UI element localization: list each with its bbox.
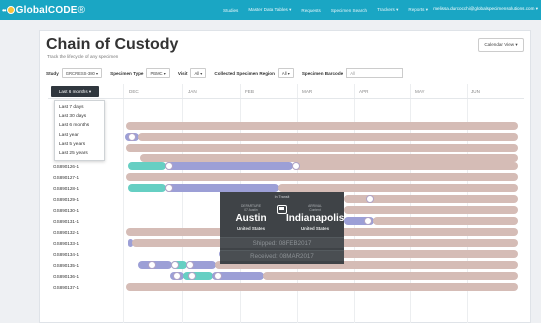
filter-bar: Study GRCRESS-380 ▾ Specimen Type PBMC ▾… (46, 67, 404, 79)
nav-reports[interactable]: Reports ▾ (408, 7, 428, 13)
event-node[interactable] (128, 133, 136, 141)
transit-bar[interactable] (278, 184, 518, 192)
event-node[interactable] (366, 195, 374, 203)
month-label: JUN (471, 89, 480, 94)
storage-bar[interactable] (165, 184, 279, 192)
month-label: APR (359, 89, 369, 94)
transit-bar[interactable] (126, 173, 518, 181)
event-node[interactable] (186, 261, 194, 269)
specimen-barcode[interactable]: GS890137-1 (53, 285, 79, 290)
brand-dots: •• (2, 5, 7, 15)
event-node[interactable] (214, 272, 222, 280)
barcode-label: Specimen Barcode (301, 70, 344, 76)
nav-specimen-search[interactable]: Specimen Search (331, 8, 367, 13)
month-label: MAR (302, 89, 313, 94)
specimen-barcode[interactable]: GS890129-1 (53, 197, 79, 202)
shipment-bar[interactable] (128, 162, 166, 170)
user-menu[interactable]: melissa.durcocchi@globalspecimensolution… (433, 6, 538, 12)
timeline-row[interactable]: GS890126-1 (48, 161, 524, 172)
brand-trademark: ® (77, 4, 85, 16)
range-option[interactable]: Last 6 months (55, 121, 104, 130)
month-label: FEB (245, 89, 254, 94)
shipment-tooltip: In Transit DEPARTURE ARRIVAL 07 Austin C… (220, 192, 344, 264)
specimen-barcode[interactable]: GS890133-1 (53, 241, 79, 246)
event-node[interactable] (165, 162, 173, 170)
arrival-city: Indianapolis (286, 213, 345, 224)
nav-trackers[interactable]: Trackers ▾ (377, 7, 398, 13)
timeline-row[interactable]: GS890136-1 (48, 271, 524, 282)
event-node[interactable] (148, 261, 156, 269)
event-node[interactable] (171, 261, 179, 269)
specimen-barcode[interactable]: GS890132-1 (53, 230, 79, 235)
transit-bar[interactable] (138, 133, 518, 141)
visit-label: Visit (177, 70, 188, 76)
timeline-row[interactable]: GS890137-1 (48, 282, 524, 293)
range-option[interactable]: Last 25 years (55, 149, 104, 158)
departure-country: United States (236, 226, 266, 231)
range-dropdown-menu: Last 7 days Last 30 days Last 6 months L… (54, 100, 105, 161)
specimen-barcode[interactable]: GS890136-1 (53, 274, 79, 279)
study-select[interactable]: GRCRESS-380 ▾ (61, 68, 103, 78)
brand-logo[interactable]: •• GlobalCODE ® (2, 5, 85, 16)
event-node[interactable] (292, 162, 300, 170)
nav-studies[interactable]: Studies (223, 8, 238, 13)
arrival-detail: Content (309, 208, 321, 212)
specimen-barcode[interactable]: GS890134-1 (53, 252, 79, 257)
brand-name: GlobalCODE (15, 4, 78, 16)
specimen-barcode[interactable]: GS890128-1 (53, 186, 79, 191)
received-date: Received: 08MAR2017 (220, 250, 344, 261)
specimen-barcode[interactable]: GS890131-1 (53, 219, 79, 224)
globe-icon (6, 6, 15, 14)
departure-city: Austin (235, 213, 267, 224)
shipped-date: Shipped: 08FEB2017 (220, 237, 344, 248)
event-node[interactable] (165, 184, 173, 192)
event-node[interactable] (173, 272, 181, 280)
specimen-type-select[interactable]: PBMC ▾ (146, 68, 170, 78)
range-select-button[interactable]: Last 6 months ▾ (51, 86, 99, 97)
departure-detail: 07 Austin (244, 208, 258, 212)
storage-bar[interactable] (165, 162, 293, 170)
specimen-barcode[interactable]: GS890126-1 (53, 164, 79, 169)
collected-region-select[interactable]: All ▾ (277, 68, 294, 78)
collected-region-label: Collected Specimen Region (214, 70, 275, 76)
study-label: Study (46, 70, 59, 76)
month-label: MAY (415, 89, 425, 94)
calendar-view-button[interactable]: Calendar View ▾ (478, 38, 524, 52)
event-node[interactable] (188, 272, 196, 280)
range-option[interactable]: Last 30 days (55, 112, 104, 121)
month-label: JAN (188, 89, 197, 94)
barcode-input[interactable]: All (346, 68, 404, 78)
timeline-row[interactable] (48, 132, 524, 143)
timeline-row[interactable] (48, 121, 524, 132)
nav-master-data-tables[interactable]: Master Data Tables ▾ (248, 7, 291, 13)
specimen-barcode[interactable]: GS890130-1 (53, 208, 79, 213)
page-title: Chain of Custody (46, 36, 179, 53)
nav-requests[interactable]: Requests (301, 8, 320, 13)
range-option[interactable]: Last year (55, 131, 104, 140)
visit-select[interactable]: All ▾ (190, 68, 207, 78)
nav-links: Studies Master Data Tables ▾ Requests Sp… (223, 0, 438, 20)
timeline-row[interactable]: GS890127-1 (48, 172, 524, 183)
range-option[interactable]: Last 7 days (55, 103, 104, 112)
transit-bar[interactable] (335, 250, 518, 258)
transit-bar[interactable] (344, 206, 518, 214)
event-node[interactable] (364, 217, 372, 225)
arrival-country: United States (300, 226, 330, 231)
transit-bar[interactable] (126, 144, 518, 152)
specimen-type-label: Specimen Type (110, 70, 144, 76)
transit-bar[interactable] (126, 283, 518, 291)
transit-bar[interactable] (263, 272, 518, 280)
shipment-status: In Transit (274, 195, 290, 199)
transit-bar[interactable] (373, 217, 518, 225)
top-nav: •• GlobalCODE ® Studies Master Data Tabl… (0, 0, 541, 20)
specimen-barcode[interactable]: GS890135-1 (53, 263, 79, 268)
page-subtitle: Track the lifecycle of any specimen (47, 54, 119, 59)
month-label: DEC (129, 89, 139, 94)
specimen-barcode[interactable]: GS890127-1 (53, 175, 79, 180)
timeline-header: Last 6 months ▾ DEC JAN FEB MAR APR MAY … (48, 84, 524, 99)
transit-bar[interactable] (126, 122, 518, 130)
transit-bar[interactable] (292, 162, 518, 170)
range-option[interactable]: Last 5 years (55, 140, 104, 149)
shipment-bar[interactable] (128, 184, 166, 192)
